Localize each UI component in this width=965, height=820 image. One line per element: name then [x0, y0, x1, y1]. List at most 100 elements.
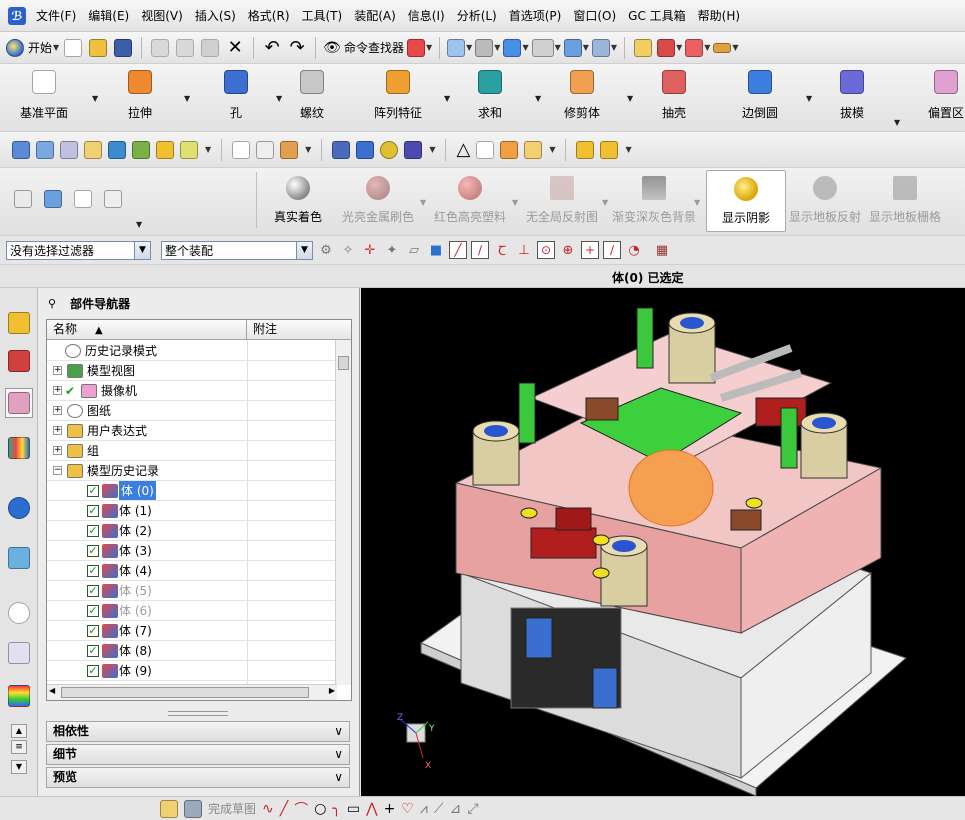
draft-button[interactable]: 拔模: [840, 68, 864, 126]
snap-button[interactable]: ▼: [657, 36, 682, 60]
replace-icon[interactable]: [132, 140, 150, 159]
selection-mode-button[interactable]: ▼: [406, 36, 432, 60]
chevron-down-icon[interactable]: ▼: [205, 145, 211, 154]
scroll-up-button[interactable]: ▲: [11, 724, 27, 738]
selection-scope-dropdown[interactable]: 整个装配 ▼: [161, 240, 313, 260]
column-name-header[interactable]: 名称 ▲: [47, 320, 247, 339]
finish-sketch-icon[interactable]: [184, 799, 202, 818]
select-body-icon[interactable]: ✦: [383, 241, 401, 259]
unite-button[interactable]: 求和: [478, 68, 502, 126]
select-faces-icon[interactable]: ▱: [405, 241, 423, 259]
visibility-checkbox[interactable]: ✓: [87, 585, 99, 597]
tree-row-body-0[interactable]: ✓ 体 (0): [47, 481, 333, 501]
tree-row-body-5[interactable]: ✓ 体 (5): [47, 581, 333, 601]
scroll-right-icon[interactable]: ▶: [329, 686, 335, 695]
intersection-icon[interactable]: ⊥: [515, 241, 533, 259]
floor-grid-button[interactable]: 显示地板栅格: [868, 170, 942, 232]
splitter-handle[interactable]: [168, 711, 228, 716]
tree-row-body-8[interactable]: ✓ 体 (8): [47, 641, 333, 661]
save-button[interactable]: [112, 36, 134, 60]
control-point-icon[interactable]: Ꞇ: [493, 241, 511, 259]
tree-row-history-mode[interactable]: 历史记录模式: [47, 341, 333, 361]
edge-blend-button[interactable]: 边倒圆: [742, 68, 778, 126]
process-studio-tab[interactable]: [5, 543, 33, 573]
preview-panel[interactable]: 预览 ∨: [46, 767, 350, 788]
command-finder-button[interactable]: 👁 命令查找器: [323, 36, 404, 60]
point-icon[interactable]: +: [384, 801, 396, 817]
move-component-button[interactable]: ▼: [591, 36, 617, 60]
paste-button[interactable]: [199, 36, 221, 60]
constraint-icon[interactable]: ⊿: [450, 801, 462, 817]
menu-window[interactable]: 窗口(O): [567, 7, 622, 24]
filter-icon[interactable]: ⚙: [317, 241, 335, 259]
layers-icon[interactable]: [36, 140, 54, 159]
quadrant-icon[interactable]: ⊕: [559, 241, 577, 259]
expand-icon[interactable]: +: [53, 386, 62, 395]
menu-insert[interactable]: 插入(S): [189, 7, 242, 24]
pattern-feature-button[interactable]: 阵列特征: [374, 68, 422, 126]
sketch-icon[interactable]: [12, 140, 30, 159]
datum-plane-button[interactable]: 基准平面: [20, 68, 68, 126]
tree-row-groups[interactable]: + 组: [47, 441, 333, 461]
scroll-left-icon[interactable]: ◀: [49, 686, 55, 695]
cut-button[interactable]: [149, 36, 171, 60]
orient-view-button[interactable]: ▼: [475, 36, 500, 60]
column-note-header[interactable]: 附注: [247, 320, 277, 339]
collapse-icon[interactable]: −: [53, 466, 62, 475]
tree-row-body-2[interactable]: ✓ 体 (2): [47, 521, 333, 541]
tree-row-body-6[interactable]: ✓ 体 (6): [47, 601, 333, 621]
menu-assembly[interactable]: 装配(A): [348, 7, 402, 24]
sketch-task-icon[interactable]: [160, 799, 178, 818]
tube-icon[interactable]: [404, 140, 423, 159]
extrude-button[interactable]: 拉伸: [128, 68, 152, 126]
menu-view[interactable]: 视图(V): [135, 7, 189, 24]
line-icon[interactable]: ╱: [280, 801, 288, 817]
csys-button[interactable]: ▼: [685, 36, 710, 60]
tree-row-body-4[interactable]: ✓ 体 (4): [47, 561, 333, 581]
reorder-icon[interactable]: [180, 140, 198, 159]
snap-target-icon[interactable]: ✛: [361, 241, 379, 259]
constraint-navigator-tab[interactable]: [5, 346, 33, 376]
tree-row-model-history[interactable]: − 模型历史记录: [47, 461, 333, 481]
copy-button[interactable]: [174, 36, 196, 60]
arc-icon[interactable]: ⌒: [294, 799, 308, 819]
axis-icon[interactable]: [104, 190, 122, 208]
dimension-icon[interactable]: ⤢: [467, 801, 478, 817]
assembly-check-icon[interactable]: [44, 190, 62, 208]
menu-format[interactable]: 格式(R): [242, 7, 296, 24]
menu-info[interactable]: 信息(I): [402, 7, 451, 24]
chevron-down-icon[interactable]: ▼: [512, 198, 518, 207]
details-panel[interactable]: 细节 ∨: [46, 744, 350, 765]
shiny-metal-button[interactable]: 光亮金属刷色: [340, 170, 416, 232]
trim-icon[interactable]: ⩘: [420, 801, 428, 817]
mold-assembly-model[interactable]: Z Y X: [361, 288, 965, 796]
chevron-down-icon[interactable]: ▼: [625, 145, 631, 154]
dependency-panel[interactable]: 相依性 ∨: [46, 721, 350, 742]
select-solid-icon[interactable]: ■: [427, 241, 445, 259]
floor-reflection-button[interactable]: 显示地板反射: [788, 170, 862, 232]
visibility-checkbox[interactable]: ✓: [87, 665, 99, 677]
visibility-checkbox[interactable]: ✓: [87, 645, 99, 657]
render-style-button[interactable]: ▼: [503, 36, 529, 60]
offset-region-button[interactable]: 偏置区: [928, 68, 964, 126]
system-scenes-tab[interactable]: [5, 681, 33, 711]
curve-icon[interactable]: [232, 140, 251, 159]
tree-horizontal-scrollbar[interactable]: ◀ ▶: [47, 684, 337, 700]
tree-row-cameras[interactable]: + ✔ 摄像机: [47, 381, 333, 401]
fit-view-button[interactable]: ▼: [447, 36, 472, 60]
edit-feature-icon[interactable]: [108, 140, 126, 159]
visibility-checkbox[interactable]: ✓: [87, 625, 99, 637]
expand-icon[interactable]: +: [53, 426, 62, 435]
chevron-down-icon[interactable]: ▼: [136, 220, 142, 229]
menu-help[interactable]: 帮助(H): [692, 7, 746, 24]
menu-edit[interactable]: 编辑(E): [82, 7, 135, 24]
spring-icon[interactable]: [356, 140, 375, 159]
gradient-background-button[interactable]: 渐变深灰色背景: [612, 170, 696, 232]
wave-button[interactable]: [632, 36, 654, 60]
gear-icon[interactable]: [380, 140, 399, 159]
add-component-icon[interactable]: [500, 140, 519, 159]
check-icon[interactable]: [14, 190, 32, 208]
open-button[interactable]: [87, 36, 109, 60]
fillet-icon[interactable]: ╮: [332, 801, 340, 817]
true-shading-button[interactable]: 真实着色: [270, 170, 326, 232]
